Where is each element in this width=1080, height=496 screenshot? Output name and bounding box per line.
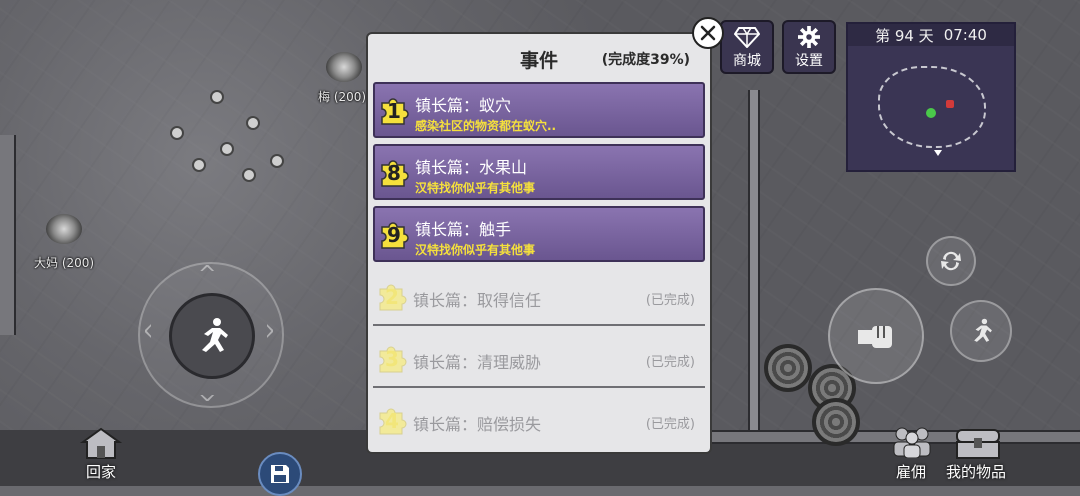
joystick-down-icon: ^ [198,379,217,404]
swap-icon [941,251,961,271]
event-name: 镇长篇：赔偿损失 [413,415,542,434]
event-item-clear-threat[interactable]: 3 镇长篇：清理威胁 (已完成) [373,332,705,388]
people-icon[interactable] [890,426,934,458]
run-icon [202,318,228,352]
house-icon[interactable] [80,426,122,460]
event-number: 1 [387,99,401,123]
tire [764,344,812,392]
joystick-left-icon: ^ [142,321,168,341]
flower [172,128,182,138]
event-number: 9 [387,223,401,247]
npc-mei-figure[interactable] [326,52,362,82]
home-label[interactable]: 回家 [86,461,116,482]
event-name: 镇长篇：取得信任 [413,291,542,310]
fist-icon [858,326,892,348]
event-number: 3 [385,347,399,371]
joystick-up-icon: ^ [198,262,217,287]
joystick-right-icon: ^ [251,321,277,341]
fence-left [0,135,16,335]
event-description: 汉特找你似乎有其他事 [415,243,536,257]
sprint-icon [974,318,992,342]
events-dialog: 事件 (完成度39%) 1 镇长篇：蚁穴 感染社区的物资都在蚁穴.. 8 镇长篇… [368,34,710,452]
npc-dama-figure[interactable] [46,214,82,244]
event-description: 汉特找你似乎有其他事 [415,181,536,195]
event-number: 2 [385,285,399,309]
minimap-header: 第 94 天 07:40 [848,24,1014,46]
minimap-enemy-marker [946,100,954,108]
hire-label[interactable]: 雇佣 [896,461,926,482]
event-description: 感染社区的物资都在蚁穴.. [415,119,557,133]
minimap[interactable]: 第 94 天 07:40 [846,22,1016,172]
joystick-knob[interactable] [169,293,255,379]
event-status: (已完成) [645,355,695,370]
dialog-header: 事件 (完成度39%) [368,34,710,82]
completion-progress: (完成度39%) [601,52,690,68]
close-icon [700,25,716,41]
chest-icon[interactable] [954,426,1002,460]
flower [212,92,222,102]
fence-vertical [748,90,760,430]
flower [244,170,254,180]
diamond-icon [734,27,760,48]
event-name: 镇长篇：蚁穴 [415,96,512,115]
puzzle-icon: 1 [378,95,410,127]
event-item-compensation[interactable]: 4 镇长篇：赔偿损失 (已完成) [373,394,705,450]
flower [248,118,258,128]
tire [812,398,860,446]
npc-dama-label: 大妈 (200) [34,256,95,270]
event-number: 8 [387,161,401,185]
shop-label: 商城 [733,53,761,69]
save-icon [271,465,289,483]
shop-button[interactable]: 商城 [720,20,774,74]
puzzle-icon: 8 [378,157,410,189]
puzzle-icon: 2 [376,281,408,313]
puzzle-icon: 3 [376,343,408,375]
day-counter: 第 94 天 [875,26,934,45]
event-name: 镇长篇：清理威胁 [413,353,542,372]
settings-button[interactable]: 设置 [782,20,836,74]
settings-label: 设置 [795,53,823,69]
minimap-view [848,46,1014,170]
event-status: (已完成) [645,417,695,432]
swap-weapon-button[interactable] [926,236,976,286]
event-item-ant-nest[interactable]: 1 镇长篇：蚁穴 感染社区的物资都在蚁穴.. [373,82,705,138]
minimap-exit-marker [934,150,942,156]
minimap-player-marker [926,108,936,118]
puzzle-icon: 4 [376,405,408,437]
event-item-tentacle[interactable]: 9 镇长篇：触手 汉特找你似乎有其他事 [373,206,705,262]
event-name: 镇长篇：水果山 [415,158,528,177]
sprint-button[interactable] [950,300,1012,362]
npc-mei-label: 梅 (200) [318,90,367,104]
save-button[interactable] [258,452,302,496]
flower [222,144,232,154]
flower [272,156,282,166]
event-item-gain-trust[interactable]: 2 镇长篇：取得信任 (已完成) [373,270,705,326]
event-status: (已完成) [645,293,695,308]
event-item-fruit-mountain[interactable]: 8 镇长篇：水果山 汉特找你似乎有其他事 [373,144,705,200]
event-name: 镇长篇：触手 [415,220,512,239]
minimap-area-outline [878,66,986,148]
inventory-label[interactable]: 我的物品 [946,461,1006,482]
flower [194,160,204,170]
event-number: 4 [385,409,399,433]
gear-icon [798,26,820,48]
close-dialog-button[interactable] [692,17,724,49]
game-clock: 07:40 [943,26,987,44]
attack-button[interactable] [828,288,924,384]
puzzle-icon: 9 [378,219,410,251]
